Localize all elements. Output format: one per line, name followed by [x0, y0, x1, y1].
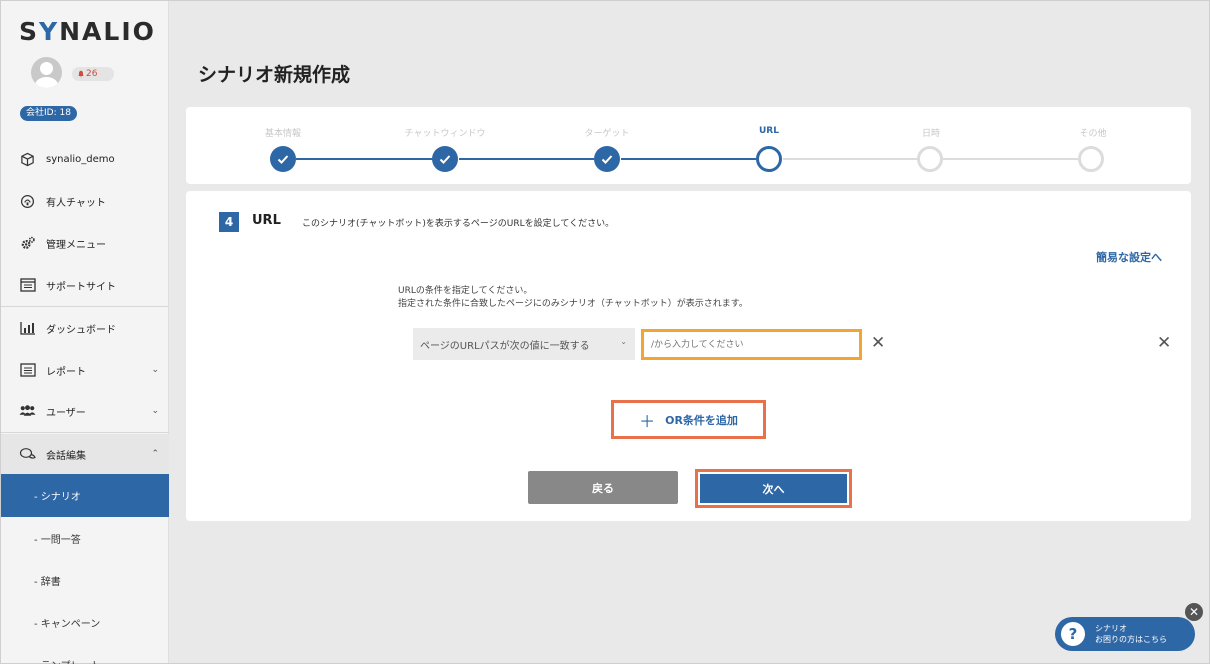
chevron-up-icon[interactable]: ⌃ [151, 449, 159, 459]
headset-icon [19, 193, 36, 210]
sidebar-item-users[interactable]: ユーザー ⌄ [1, 391, 169, 431]
check-icon [277, 155, 289, 164]
users-icon [19, 403, 36, 420]
step-todo-marker [1078, 146, 1104, 172]
list-icon [19, 362, 36, 379]
gears-icon [19, 235, 36, 252]
sidebar-divider [1, 432, 169, 433]
sidebar-item-support-site[interactable]: サポートサイト [1, 265, 169, 305]
sidebar-subitem-scenario[interactable]: - シナリオ [1, 474, 169, 517]
step-progress: 基本情報 チャットウィンドウ ターゲット URL 日時 その他 [186, 107, 1191, 184]
check-icon [439, 155, 451, 164]
step-done-marker[interactable] [270, 146, 296, 172]
remove-row-icon[interactable]: ✕ [1157, 335, 1171, 352]
check-icon [601, 155, 613, 164]
sidebar: SYNALIO 26 会社ID: 18 synalio_demo 有人チャット … [1, 1, 169, 664]
step-connector [943, 158, 1078, 160]
section-description: このシナリオ(チャットボット)を表示するページのURLを設定してください。 [302, 219, 615, 229]
sidebar-item-report[interactable]: レポート ⌄ [1, 350, 169, 390]
url-instructions: URLの条件を指定してください。 指定された条件に合致したページにのみシナリオ（… [398, 286, 748, 309]
avatar[interactable] [31, 57, 62, 88]
sidebar-subitem-campaign[interactable]: - キャンペーン [1, 601, 169, 644]
url-condition-select[interactable]: ページのURLパスが次の値に一致する ⌄ [413, 328, 635, 360]
help-widget[interactable]: ? シナリオ お困りの方はこちら [1055, 617, 1195, 651]
section-title: URL [252, 213, 281, 228]
chat-icon [19, 446, 36, 463]
step-connector [783, 158, 918, 160]
step-label: 基本情報 [264, 129, 301, 139]
close-icon[interactable]: ✕ [1185, 603, 1203, 621]
section-number: 4 [219, 212, 239, 232]
question-icon: ? [1061, 622, 1085, 646]
sidebar-divider [1, 306, 169, 307]
step-done-marker[interactable] [594, 146, 620, 172]
sidebar-subitem-dictionary[interactable]: - 辞書 [1, 559, 169, 602]
remove-condition-icon[interactable]: ✕ [871, 335, 885, 352]
sidebar-item-dashboard[interactable]: ダッシュボード [1, 308, 169, 348]
step-label: 日時 [921, 129, 940, 139]
step-connector [621, 158, 756, 160]
window-icon [19, 277, 36, 294]
bar-chart-icon [19, 320, 36, 337]
simple-settings-link[interactable]: 簡易な設定へ [1096, 249, 1162, 265]
plus-icon: ＋ [639, 411, 656, 431]
next-button[interactable]: 次へ [700, 474, 847, 503]
page-title: シナリオ新規作成 [198, 64, 351, 86]
step-connector [459, 158, 594, 160]
step-label: その他 [1079, 129, 1107, 139]
step-label: URL [759, 126, 779, 136]
step-current-marker [756, 146, 782, 172]
step-done-marker[interactable] [432, 146, 458, 172]
sidebar-item-conversation-edit[interactable]: 会話編集 ⌃ [1, 434, 169, 474]
sidebar-item-admin-menu[interactable]: 管理メニュー [1, 223, 169, 263]
next-button-highlight: 次へ [695, 469, 852, 508]
sidebar-item-live-chat[interactable]: 有人チャット [1, 181, 169, 221]
chevron-down-icon[interactable]: ⌄ [151, 406, 159, 416]
back-button[interactable]: 戻る [528, 471, 678, 504]
step-label: チャットウィンドウ [404, 129, 486, 139]
sidebar-subitem-template[interactable]: - テンプレート [1, 643, 169, 664]
url-settings-card: 4 URL このシナリオ(チャットボット)を表示するページのURLを設定してくだ… [186, 191, 1191, 521]
add-or-condition-button[interactable]: ＋ OR条件を追加 [611, 400, 766, 439]
sidebar-item-account[interactable]: synalio_demo [1, 139, 169, 179]
notification-badge[interactable]: 26 [72, 67, 114, 81]
box-icon [19, 151, 36, 168]
chevron-down-icon[interactable]: ⌄ [151, 365, 159, 375]
step-label: ターゲット [584, 129, 630, 139]
url-path-input[interactable] [641, 329, 862, 360]
logo[interactable]: SYNALIO [19, 17, 156, 46]
step-todo-marker [917, 146, 943, 172]
sidebar-subitem-faq[interactable]: - 一問一答 [1, 517, 169, 560]
chevron-down-icon: ⌄ [620, 337, 627, 346]
company-id-badge: 会社ID: 18 [20, 106, 77, 121]
step-connector [296, 158, 444, 160]
bell-icon [78, 70, 84, 78]
